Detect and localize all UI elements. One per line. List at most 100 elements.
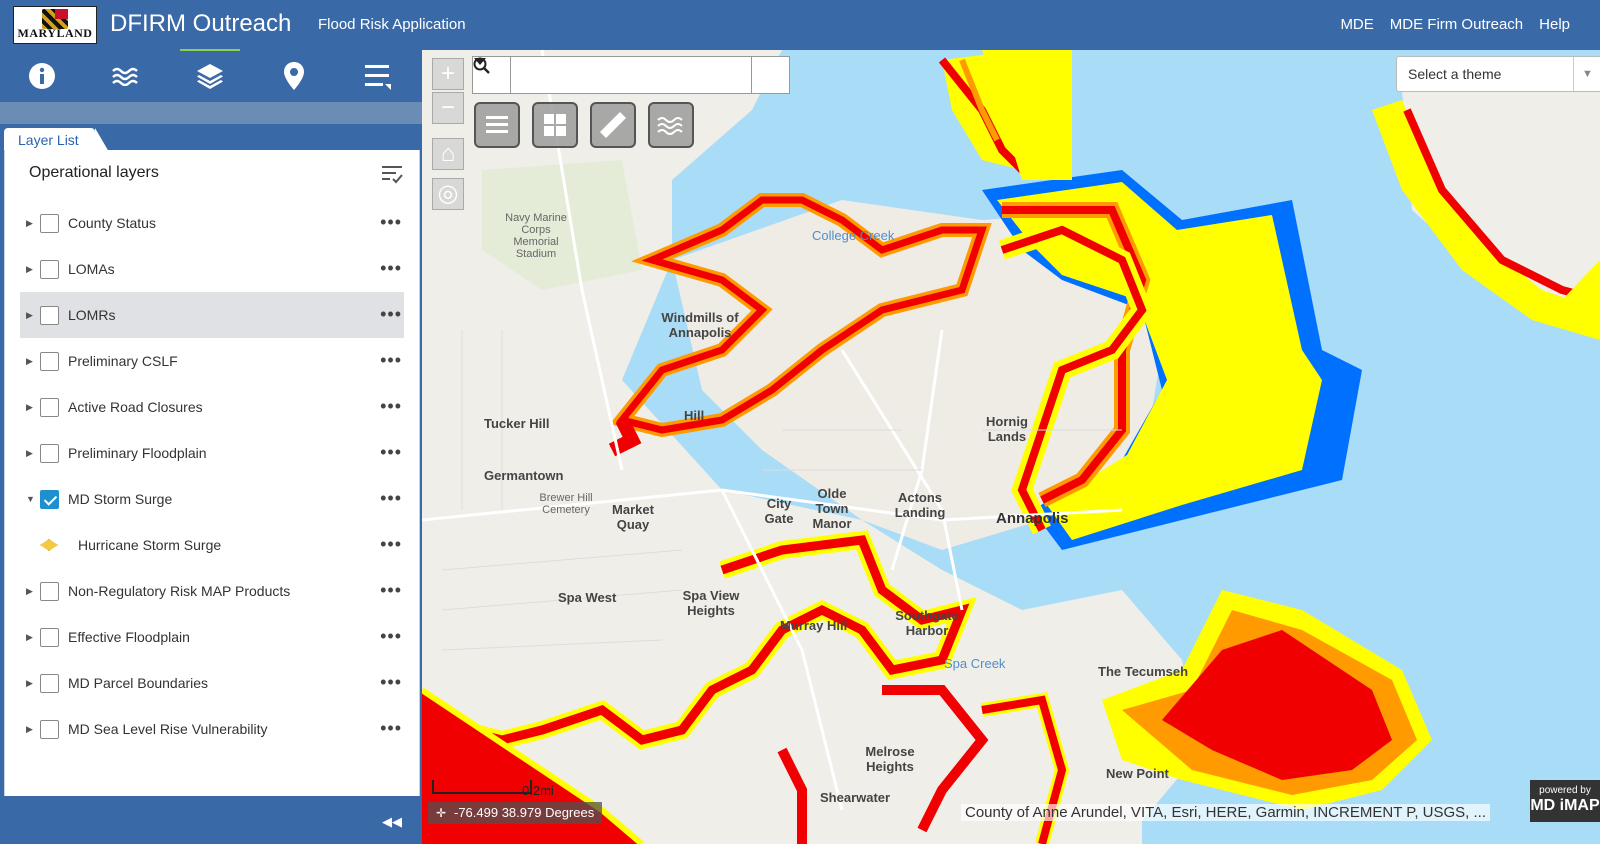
collapse-panel-icon[interactable]: ◀◀ <box>382 814 402 830</box>
collapse-arrow-icon[interactable]: ▼ <box>26 494 36 504</box>
water-label: College Creek <box>812 228 895 243</box>
link-mde-firm-outreach[interactable]: MDE Firm Outreach <box>1390 16 1523 33</box>
map-label: Spa View Heights <box>682 588 740 618</box>
more-options-icon[interactable]: ••• <box>380 581 402 599</box>
layer-row[interactable]: ▶ LOMRs ••• <box>20 292 404 338</box>
layer-row[interactable]: ▶ Non-Regulatory Risk MAP Products ••• <box>20 568 404 614</box>
theme-select[interactable]: Select a theme ▼ <box>1396 56 1600 92</box>
expand-arrow-icon[interactable]: ▶ <box>26 724 36 735</box>
flood-tool[interactable] <box>84 50 168 102</box>
legend-row: Hurricane Storm Surge ••• <box>20 522 404 568</box>
link-help[interactable]: Help <box>1539 16 1570 33</box>
map-label: Olde Town Manor <box>812 486 852 531</box>
panel-toolbar <box>0 49 422 102</box>
legend-widget-button[interactable] <box>474 102 520 148</box>
more-options-icon[interactable]: ••• <box>380 489 402 507</box>
layer-label: Active Road Closures <box>68 399 203 415</box>
layer-row[interactable]: ▶ Preliminary Floodplain ••• <box>20 430 404 476</box>
layer-label: County Status <box>68 215 156 231</box>
coordinate-text: -76.499 38.979 Degrees <box>454 805 595 820</box>
expand-arrow-icon[interactable]: ▶ <box>26 678 36 689</box>
info-icon <box>29 63 55 89</box>
expand-arrow-icon[interactable]: ▶ <box>26 586 36 597</box>
zoom-in-button[interactable]: + <box>432 58 464 90</box>
ruler-icon <box>600 112 626 138</box>
expand-arrow-icon[interactable]: ▶ <box>26 356 36 367</box>
side-panel: Layer List Operational layers ▶ County S… <box>0 49 422 844</box>
map-label: Tucker Hill <box>484 416 550 431</box>
operational-layers-heading: Operational layers <box>29 164 159 181</box>
more-options-icon[interactable]: ••• <box>380 535 402 553</box>
layer-row[interactable]: ▶ Effective Floodplain ••• <box>20 614 404 660</box>
app-title: DFIRM Outreach <box>110 10 292 37</box>
more-options-icon[interactable]: ••• <box>380 673 402 691</box>
layer-checkbox[interactable] <box>40 581 59 601</box>
expand-arrow-icon[interactable]: ▶ <box>26 402 36 413</box>
expand-arrow-icon[interactable]: ▶ <box>26 448 36 459</box>
locate-button[interactable]: ◎ <box>432 178 464 210</box>
info-tool[interactable] <box>0 50 84 102</box>
flood-widget-button[interactable] <box>648 102 694 148</box>
layer-checkbox[interactable] <box>40 397 59 417</box>
search-bar <box>472 56 790 94</box>
layer-row[interactable]: ▼ MD Storm Surge ••• <box>20 476 404 522</box>
layer-checkbox-checked[interactable] <box>40 489 59 509</box>
basemap-widget-button[interactable] <box>532 102 578 148</box>
more-options-icon[interactable]: ••• <box>380 213 402 231</box>
more-options-icon[interactable]: ••• <box>380 305 402 323</box>
scale-label: 0.2mi <box>522 783 554 798</box>
home-button[interactable]: ⌂ <box>432 138 464 170</box>
map-label: Windmills of Annapolis <box>661 310 739 340</box>
map-view[interactable]: Tucker Hill Germantown Windmills of Anna… <box>422 50 1600 844</box>
measure-widget-button[interactable] <box>590 102 636 148</box>
powered-by-badge[interactable]: powered by MD iMAP <box>1530 780 1600 822</box>
more-options-icon[interactable]: ••• <box>380 351 402 369</box>
layer-row[interactable]: ▶ LOMAs ••• <box>20 246 404 292</box>
location-tool[interactable] <box>252 50 336 102</box>
water-label: Spa Creek <box>944 656 1006 671</box>
layer-row[interactable]: ▶ Preliminary CSLF ••• <box>20 338 404 384</box>
map-label: Hill <box>684 408 705 423</box>
theme-select-label: Select a theme <box>1408 66 1502 82</box>
expand-arrow-icon[interactable]: ▶ <box>26 264 36 275</box>
layer-checkbox[interactable] <box>40 443 59 463</box>
layer-row[interactable]: ▶ MD Parcel Boundaries ••• <box>20 660 404 706</box>
map-label: The Tecumseh <box>1098 664 1189 679</box>
search-button[interactable] <box>473 57 789 93</box>
panel-footer: ◀◀ <box>0 802 422 844</box>
more-options-icon[interactable]: ••• <box>380 259 402 277</box>
expand-arrow-icon[interactable]: ▶ <box>26 310 36 321</box>
more-options-icon[interactable]: ••• <box>380 397 402 415</box>
layer-row[interactable]: ▶ County Status ••• <box>20 200 404 246</box>
layer-checkbox[interactable] <box>40 719 59 739</box>
map-attribution: County of Anne Arundel, VITA, Esri, HERE… <box>960 804 1490 821</box>
layers-tool[interactable] <box>168 49 252 102</box>
layer-checkbox[interactable] <box>40 351 59 371</box>
expand-arrow-icon[interactable]: ▶ <box>26 632 36 643</box>
layer-row[interactable]: ▶ MD Sea Level Rise Vulnerability ••• <box>20 706 404 752</box>
more-options-icon[interactable]: ••• <box>380 719 402 737</box>
map-label: Hornig Lands <box>986 414 1028 444</box>
layer-checkbox[interactable] <box>40 627 59 647</box>
link-mde[interactable]: MDE <box>1340 16 1373 33</box>
maryland-logo[interactable]: MARYLAND <box>13 6 97 44</box>
search-input[interactable] <box>511 57 751 93</box>
layer-label: LOMRs <box>68 307 116 323</box>
layer-checkbox[interactable] <box>40 673 59 693</box>
tab-layer-list[interactable]: Layer List <box>4 128 109 152</box>
layer-list-card: Operational layers ▶ County Status ••• ▶… <box>4 150 420 796</box>
expand-arrow-icon[interactable]: ▶ <box>26 218 36 229</box>
map-label: Navy Marine Corps Memorial Stadium <box>505 212 567 260</box>
layer-options-icon[interactable] <box>381 164 403 189</box>
layer-checkbox[interactable] <box>40 305 59 325</box>
more-options-icon[interactable]: ••• <box>380 443 402 461</box>
zoom-out-button[interactable]: − <box>432 92 464 124</box>
list-tool[interactable] <box>336 50 420 102</box>
coordinate-readout[interactable]: ✛ -76.499 38.979 Degrees <box>428 802 603 824</box>
map-canvas <box>422 50 1600 844</box>
layer-checkbox[interactable] <box>40 259 59 279</box>
layer-checkbox[interactable] <box>40 213 59 233</box>
more-options-icon[interactable]: ••• <box>380 627 402 645</box>
layers-icon <box>197 64 223 89</box>
layer-row[interactable]: ▶ Active Road Closures ••• <box>20 384 404 430</box>
